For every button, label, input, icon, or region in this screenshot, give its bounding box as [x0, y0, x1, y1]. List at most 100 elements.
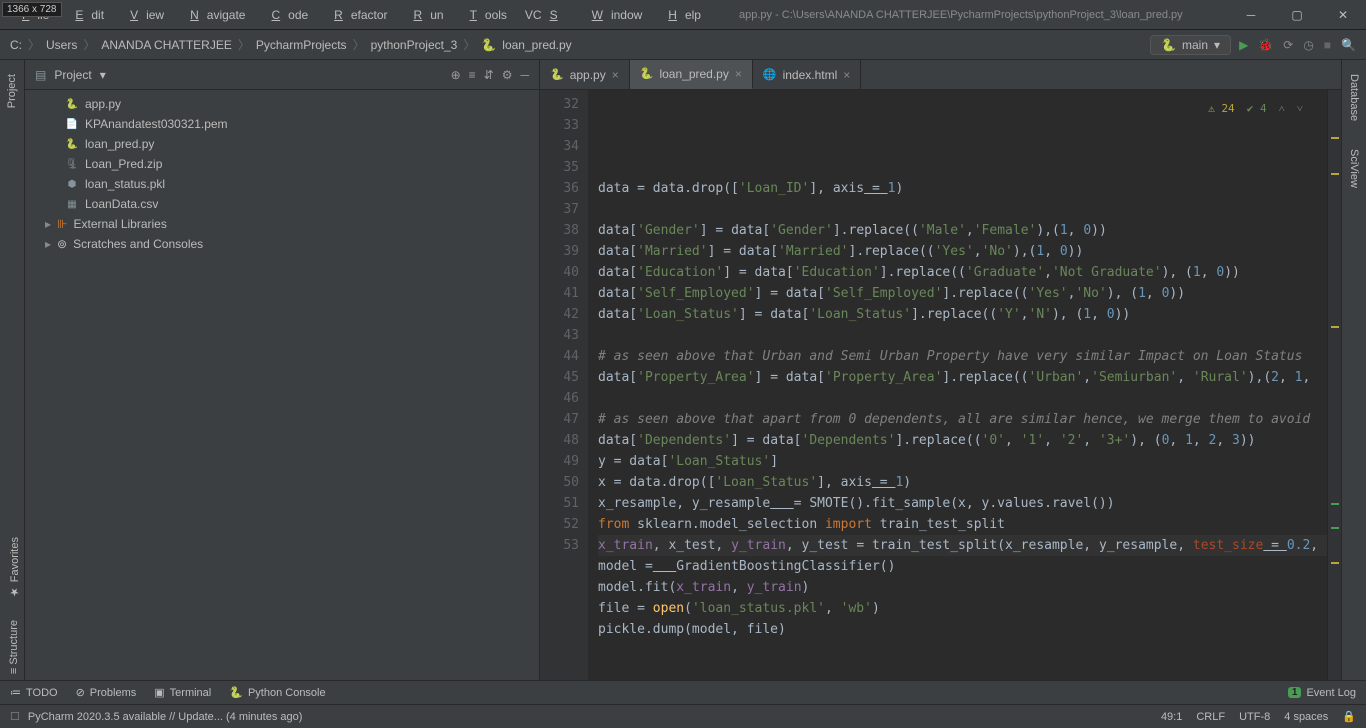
line-separator[interactable]: CRLF [1196, 711, 1225, 723]
collapse-all-icon[interactable]: ⇵ [484, 68, 494, 82]
code-line[interactable]: x = data.drop(['Loan_Status'], axis = 1) [598, 472, 1327, 493]
run-config-selector[interactable]: 🐍 main ▾ [1150, 35, 1231, 55]
code-line[interactable]: data = data.drop(['Loan_ID'], axis = 1) [598, 178, 1327, 199]
gutter[interactable]: 32 33 34 35 36 37 38 39 40 41 42 43 44 4… [540, 90, 588, 680]
file-encoding[interactable]: UTF-8 [1239, 711, 1270, 723]
close-button[interactable]: ✕ [1320, 0, 1366, 30]
code-line[interactable]: from sklearn.model_selection import trai… [598, 514, 1327, 535]
menu-vcs[interactable]: VCS [517, 4, 574, 26]
ide-hint-icon[interactable]: ☐ [10, 710, 20, 723]
tree-item[interactable]: 🐍loan_pred.py [25, 134, 539, 154]
menu-navigate[interactable]: Navigate [174, 4, 253, 26]
code-line[interactable]: pickle.dump(model, file) [598, 619, 1327, 640]
code-line[interactable]: data['Gender'] = data['Gender'].replace(… [598, 220, 1327, 241]
inspection-widget[interactable]: ⚠ 24 ✔ 4 ˄ ˅ [1204, 96, 1307, 121]
chevron-up-icon[interactable]: ˄ [1279, 98, 1285, 119]
breadcrumb-segment[interactable]: Users [46, 38, 77, 52]
menu-code[interactable]: Code [255, 4, 316, 26]
event-log-button[interactable]: 1 Event Log [1288, 687, 1356, 699]
tree-item[interactable]: ▦LoanData.csv [25, 194, 539, 214]
code-line[interactable]: # as seen above that Urban and Semi Urba… [598, 346, 1327, 367]
menu-refactor[interactable]: Refactor [318, 4, 395, 26]
database-tool-button[interactable]: Database [1346, 68, 1362, 127]
project-tree[interactable]: 🐍app.py📄KPAnandatest030321.pem🐍loan_pred… [25, 90, 539, 258]
csv-icon: ▦ [65, 197, 79, 211]
maximize-button[interactable]: ▢ [1274, 0, 1320, 30]
run-coverage-icon[interactable]: ⟳ [1283, 38, 1293, 52]
close-icon[interactable]: × [843, 68, 850, 82]
project-tool-button[interactable]: Project [4, 68, 20, 114]
python-console-button[interactable]: 🐍Python Console [229, 686, 325, 699]
code-line[interactable] [598, 388, 1327, 409]
code-line[interactable]: data['Self_Employed'] = data['Self_Emplo… [598, 283, 1327, 304]
menu-help[interactable]: Help [652, 4, 709, 26]
tree-item[interactable]: ⬢loan_status.pkl [25, 174, 539, 194]
close-icon[interactable]: × [735, 67, 742, 81]
chevron-right-icon: ▸ [45, 217, 51, 231]
tab-loan_predpy[interactable]: 🐍loan_pred.py× [630, 60, 753, 89]
code-area[interactable]: 32 33 34 35 36 37 38 39 40 41 42 43 44 4… [540, 90, 1341, 680]
code-line[interactable]: x_resample, y_resample = SMOTE().fit_sam… [598, 493, 1327, 514]
tree-item-label: loan_pred.py [85, 137, 154, 151]
code-line[interactable]: data['Married'] = data['Married'].replac… [598, 241, 1327, 262]
debug-icon[interactable]: 🐞 [1258, 38, 1273, 52]
code-line[interactable]: model = GradientBoostingClassifier() [598, 556, 1327, 577]
indent-settings[interactable]: 4 spaces [1284, 711, 1328, 723]
problems-button[interactable]: ⊘Problems [76, 686, 137, 699]
tree-item[interactable]: 🗜Loan_Pred.zip [25, 154, 539, 174]
tree-root[interactable]: ▸⊪External Libraries [25, 214, 539, 234]
code-line[interactable]: # as seen above that apart from 0 depend… [598, 409, 1327, 430]
stop-icon[interactable]: ■ [1324, 38, 1331, 52]
tree-item[interactable]: 📄KPAnandatest030321.pem [25, 114, 539, 134]
code-line[interactable]: model.fit(x_train, y_train) [598, 577, 1327, 598]
code-line[interactable]: y = data['Loan_Status'] [598, 451, 1327, 472]
tree-item[interactable]: 🐍app.py [25, 94, 539, 114]
code-line[interactable]: data['Dependents'] = data['Dependents'].… [598, 430, 1327, 451]
favorites-tool-button[interactable]: ≡ Structure [6, 616, 22, 678]
caret-position[interactable]: 49:1 [1161, 711, 1182, 723]
hide-panel-icon[interactable]: ─ [520, 68, 529, 82]
lock-icon[interactable]: 🔒 [1342, 710, 1356, 723]
breadcrumb-segment[interactable]: PycharmProjects [256, 38, 347, 52]
menu-tools[interactable]: Tools [454, 4, 515, 26]
status-message[interactable]: PyCharm 2020.3.5 available // Update... … [28, 711, 303, 723]
locate-icon[interactable]: ⊕ [451, 68, 461, 82]
menu-view[interactable]: View [114, 4, 172, 26]
pem-icon: 📄 [65, 117, 79, 131]
breadcrumb-segment[interactable]: C: [10, 38, 22, 52]
play-icon[interactable]: ▶ [1239, 38, 1248, 52]
code-line[interactable] [598, 325, 1327, 346]
chevron-down-icon[interactable]: ˅ [1297, 98, 1303, 119]
close-icon[interactable]: × [612, 68, 619, 82]
gear-icon[interactable]: ⚙ [502, 68, 513, 82]
menu-run[interactable]: Run [398, 4, 452, 26]
profile-icon[interactable]: ◷ [1303, 38, 1313, 52]
breadcrumb-segment[interactable]: pythonProject_3 [371, 38, 458, 52]
tab-label: loan_pred.py [659, 67, 728, 81]
code-line[interactable]: data['Property_Area'] = data['Property_A… [598, 367, 1327, 388]
code-line[interactable]: x_train, x_test, y_train, y_test = train… [598, 535, 1327, 556]
chevron-down-icon[interactable]: ▾ [100, 68, 106, 82]
tree-root[interactable]: ▸⊚Scratches and Consoles [25, 234, 539, 254]
error-stripe[interactable] [1327, 90, 1341, 680]
menu-window[interactable]: Window [576, 4, 651, 26]
terminal-button[interactable]: ▣Terminal [154, 686, 211, 699]
breadcrumb[interactable]: C:〉Users〉ANANDA CHATTERJEE〉PycharmProjec… [10, 36, 572, 53]
expand-all-icon[interactable]: ≡ [469, 68, 476, 82]
code-line[interactable]: file = open('loan_status.pkl', 'wb') [598, 598, 1327, 619]
todo-button[interactable]: ≔TODO [10, 686, 58, 699]
sciview-tool-button[interactable]: SciView [1346, 143, 1362, 194]
tab-indexhtml[interactable]: 🌐index.html× [753, 60, 861, 89]
code-line[interactable] [598, 199, 1327, 220]
search-icon[interactable]: 🔍 [1341, 38, 1356, 52]
tab-apppy[interactable]: 🐍app.py× [540, 60, 630, 89]
menu-edit[interactable]: Edit [59, 4, 112, 26]
code-content[interactable]: data = data.drop(['Loan_ID'], axis = 1) … [588, 90, 1327, 680]
structure-tool-button[interactable]: ★ Favorites [6, 533, 23, 602]
breadcrumb-segment[interactable]: loan_pred.py [502, 38, 571, 52]
breadcrumb-segment[interactable]: ANANDA CHATTERJEE [101, 38, 231, 52]
window-title: app.py - C:\Users\ANANDA CHATTERJEE\Pych… [739, 9, 1183, 21]
code-line[interactable]: data['Education'] = data['Education'].re… [598, 262, 1327, 283]
code-line[interactable]: data['Loan_Status'] = data['Loan_Status'… [598, 304, 1327, 325]
minimize-button[interactable]: ─ [1228, 0, 1274, 30]
